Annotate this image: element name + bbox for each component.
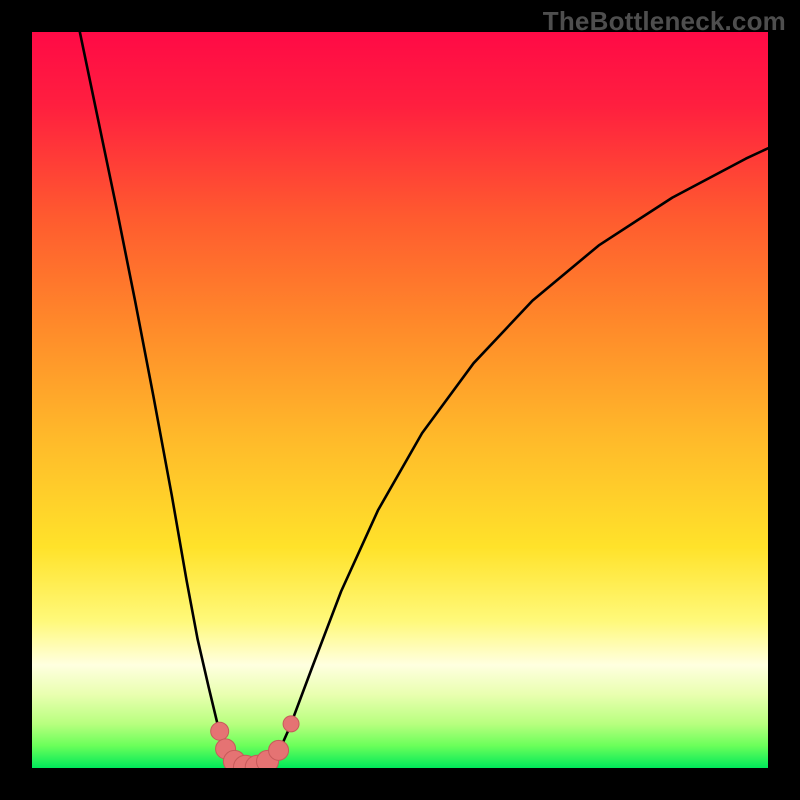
plot-area [32, 32, 768, 768]
marker-dot [283, 716, 299, 732]
gradient-background [32, 32, 768, 768]
marker-dot [269, 740, 289, 760]
chart-svg [32, 32, 768, 768]
marker-dot [211, 722, 229, 740]
outer-frame: TheBottleneck.com [0, 0, 800, 800]
